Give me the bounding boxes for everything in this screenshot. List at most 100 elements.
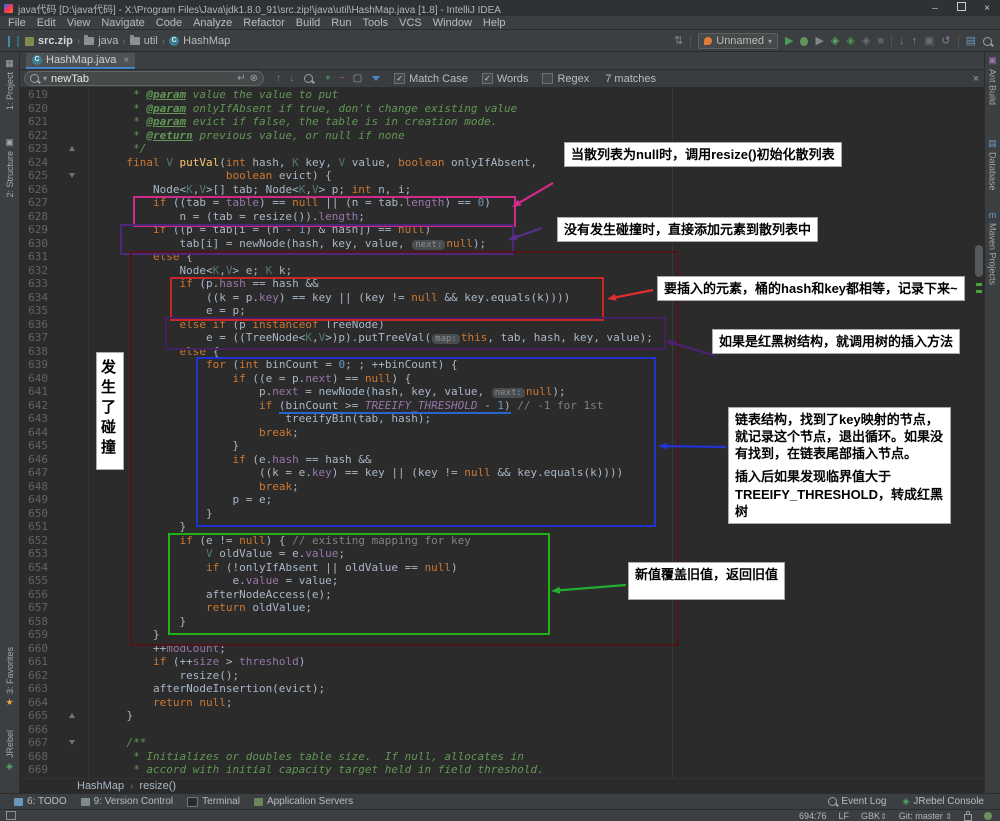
breadcrumb-item-src.zip[interactable]: src.zip [25, 35, 73, 47]
tab-close-icon[interactable]: × [123, 55, 129, 66]
toolbar-divider [890, 34, 892, 48]
find-all-icon[interactable] [304, 74, 313, 83]
rollback-button[interactable]: ↺ [941, 35, 950, 47]
menu-tools[interactable]: Tools [362, 17, 388, 29]
stop-button[interactable]: ■ [877, 35, 884, 47]
option-words[interactable]: ✓ Words [481, 73, 528, 85]
menu-help[interactable]: Help [483, 17, 506, 29]
sync-icon[interactable]: ⇅ [674, 35, 683, 47]
menu-build[interactable]: Build [296, 17, 320, 29]
line-number: 635 [28, 304, 48, 317]
git-branch[interactable]: Git: master ⇕ [899, 811, 952, 821]
toolwindow-button-application-servers[interactable]: Application Servers [253, 796, 354, 807]
menu-vcs[interactable]: VCS [399, 17, 422, 29]
option-regex[interactable]: Regex [542, 73, 589, 85]
search-history-caret-icon[interactable]: ▾ [43, 74, 47, 83]
tool-window-buttons-left: 6: TODO 9: Version Control Terminal Applica… [0, 796, 353, 807]
jrebel-debug-icon[interactable]: ◈ [846, 35, 854, 47]
fold-marker-icon[interactable] [69, 713, 75, 718]
run-button[interactable]: ▶ [785, 35, 793, 47]
code-text: p = e; [100, 493, 273, 506]
next-occurrence-button[interactable]: ↓ [289, 73, 294, 84]
chevron-right-icon: › [130, 780, 134, 792]
select-all-occurrences-icon[interactable]: ▢ [353, 73, 362, 84]
code-line: 629 if ((p = tab[i = (n - 1) & hash]) ==… [20, 223, 984, 237]
toolwindow-label: Event Log [841, 796, 887, 807]
code-line: 639 for (int binCount = 0; ; ++binCount)… [20, 358, 984, 372]
profiler-icon[interactable]: ◈ [862, 35, 870, 47]
vcs-history-icon[interactable]: ▣ [924, 35, 934, 47]
line-number: 662 [28, 668, 48, 682]
stripe-project[interactable]: ▦ 1: Project [0, 58, 19, 110]
menu-file[interactable]: File [8, 17, 26, 29]
line-number: 633 [28, 277, 48, 290]
vcs-update-button[interactable]: ↓ [899, 35, 905, 47]
highlighting-level-icon[interactable] [984, 811, 992, 820]
toolwindow-button-terminal[interactable]: Terminal [187, 796, 240, 807]
debug-button[interactable] [800, 36, 809, 46]
menu-code[interactable]: Code [156, 17, 182, 29]
breadcrumb-class[interactable]: HashMap [77, 780, 124, 792]
stripe-database[interactable]: ▤ Database [985, 138, 1000, 191]
menu-analyze[interactable]: Analyze [193, 17, 232, 29]
maximize-button[interactable] [948, 2, 974, 14]
structure-view-icon[interactable]: ▤ [966, 35, 976, 47]
scrollbar-thumb[interactable] [975, 245, 983, 277]
clear-search-icon[interactable]: ⊗ [250, 73, 258, 84]
menu-refactor[interactable]: Refactor [243, 17, 285, 29]
fold-marker-icon[interactable] [69, 173, 75, 178]
close-find-bar-icon[interactable]: × [973, 73, 979, 85]
add-selection-icon[interactable]: + [325, 73, 331, 84]
jrebel-run-icon[interactable]: ◈ [831, 35, 839, 47]
menu-edit[interactable]: Edit [37, 17, 56, 29]
fold-marker-icon[interactable] [69, 740, 75, 745]
code-text: V oldValue = e.value; [205, 547, 346, 560]
search-everywhere-icon[interactable] [983, 36, 992, 46]
toggle-tool-buttons-icon[interactable] [6, 811, 16, 820]
stripe-favorites[interactable]: 3: Favorites ★ [0, 647, 19, 708]
menu-run[interactable]: Run [331, 17, 351, 29]
toolwindow-button-event-log[interactable]: Event Log [828, 796, 886, 807]
option-match-case[interactable]: ✓ Match Case [394, 73, 468, 85]
menu-items: File Edit View Navigate Code Analyze Refactor B… [8, 17, 506, 29]
menu-window[interactable]: Window [433, 17, 472, 29]
toolwindow-button-jrebel-console[interactable]: ◈ JRebel Console [902, 796, 984, 807]
coverage-button[interactable]: ▶ [815, 35, 823, 47]
toolwindow-label: 6: TODO [27, 796, 67, 807]
stripe-ant[interactable]: ▣ Ant Build [985, 55, 1000, 105]
minimize-button[interactable]: – [922, 3, 948, 14]
chevron-down-icon: ▾ [767, 36, 772, 46]
stripe-structure[interactable]: ▣ 2: Structure [0, 137, 19, 198]
vcs-commit-button[interactable]: ↑ [911, 35, 917, 47]
stripe-label: 3: Favorites [4, 647, 15, 695]
menu-view[interactable]: View [67, 17, 91, 29]
toolwindow-label: Application Servers [266, 796, 354, 807]
code-text: Node<K,V> e; K k; [100, 263, 293, 277]
file-encoding[interactable]: GBK⇕ [861, 811, 887, 821]
caret-position[interactable]: 694:76 [799, 811, 827, 821]
stripe-maven[interactable]: m Maven Projects [985, 210, 1000, 285]
remove-selection-icon[interactable]: − [339, 73, 345, 84]
readonly-lock-icon[interactable] [964, 810, 972, 821]
run-configuration-select[interactable]: Unnamed ▾ [698, 33, 778, 49]
breadcrumb-item-java[interactable]: java [84, 35, 118, 47]
tab-hashmap-java[interactable]: C HashMap.java × [26, 53, 136, 69]
fold-marker-icon[interactable] [69, 146, 75, 151]
match-count: 7 matches [605, 72, 656, 85]
stripe-jrebel[interactable]: JRebel ◈ [0, 730, 19, 772]
note-init-resize: 当散列表为null时，调用resize()初始化散列表 [564, 142, 842, 168]
breadcrumb-item-util[interactable]: util [129, 35, 158, 47]
line-separator[interactable]: LF [839, 811, 850, 821]
line-number: 631 [28, 250, 48, 263]
close-button[interactable]: × [974, 3, 1000, 14]
toolwindow-button-9-version-control[interactable]: 9: Version Control [80, 796, 173, 807]
code-text: ((k = e.key) == key || (key != null && k… [100, 466, 624, 479]
toolwindow-button-6-todo[interactable]: 6: TODO [14, 796, 67, 807]
breadcrumb-method[interactable]: resize() [139, 780, 176, 792]
previous-occurrence-button[interactable]: ↑ [276, 73, 281, 84]
menu-navigate[interactable]: Navigate [101, 17, 144, 29]
search-input[interactable]: ▾ newTab ↵ ⊗ [24, 71, 264, 86]
filter-icon[interactable] [372, 76, 381, 81]
breadcrumb-item-hashmap[interactable]: C HashMap [169, 35, 230, 47]
code-line: 655 e.value = value; [20, 574, 984, 588]
